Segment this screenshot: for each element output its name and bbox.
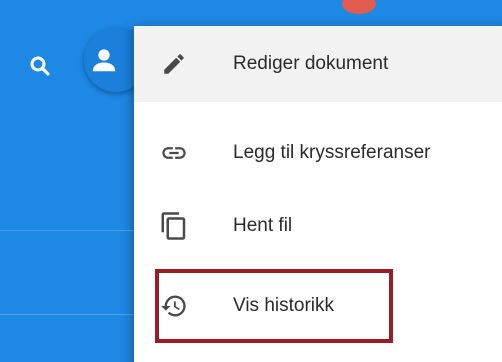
context-menu: Rediger dokument Legg til kryssreferanse… [134,26,502,362]
link-icon [158,137,190,169]
menu-item-edit-document[interactable]: Rediger dokument [134,26,502,102]
copy-icon [158,210,190,242]
divider [0,230,136,231]
history-icon [158,290,190,322]
search-button[interactable] [24,50,56,82]
menu-item-label: Rediger dokument [233,53,389,74]
menu-item-fetch-file[interactable]: Hent fil [134,188,502,264]
menu-item-label: Hent fil [233,215,293,236]
search-icon [30,56,50,76]
screen: Rediger dokument Legg til kryssreferanse… [0,0,502,362]
left-panel [0,100,136,362]
menu-item-label: Vis historikk [233,295,335,316]
divider [0,314,136,315]
menu-item-add-cross-references[interactable]: Legg til kryssreferanser [134,115,502,191]
menu-item-label: Legg til kryssreferanser [233,142,431,163]
pencil-icon [158,48,190,80]
person-icon [92,49,116,72]
menu-item-show-history[interactable]: Vis historikk [134,268,502,344]
